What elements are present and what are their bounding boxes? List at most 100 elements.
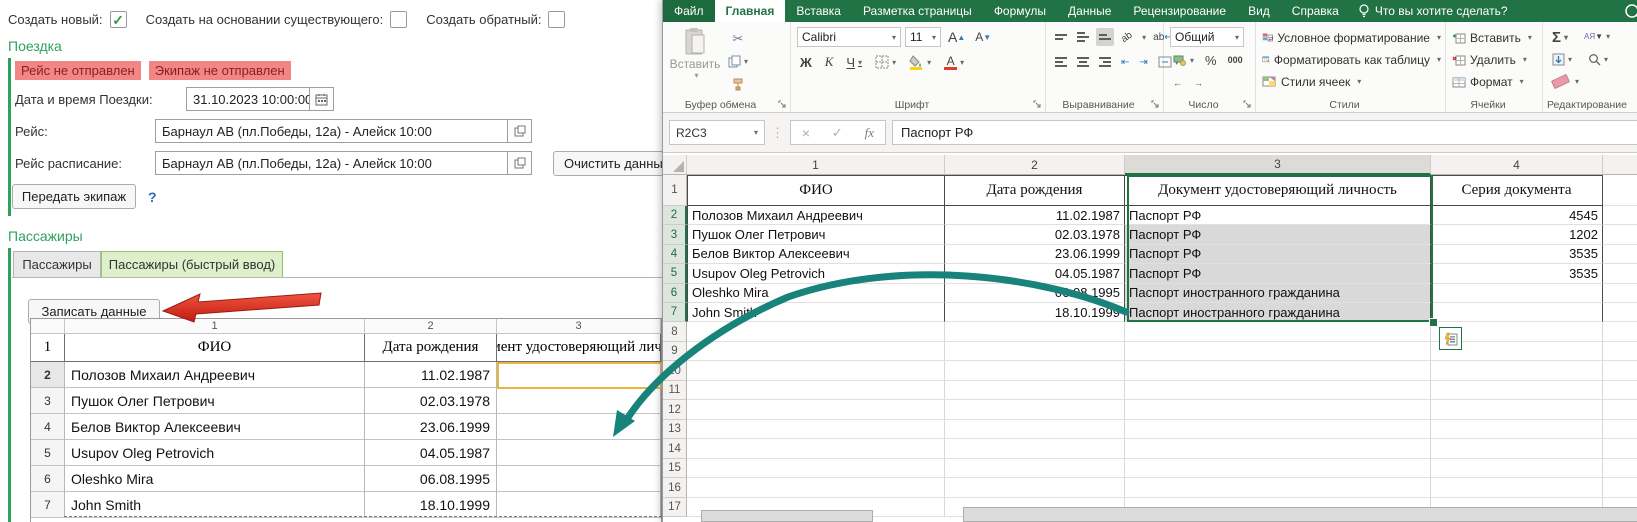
cell-empty[interactable]: [1603, 400, 1637, 420]
font-dialog-launcher[interactable]: [1033, 100, 1042, 109]
cell-doc-selected[interactable]: Паспорт иностранного гражданина: [1125, 284, 1431, 303]
row-number[interactable]: 1: [31, 334, 65, 362]
cancel-entry-icon[interactable]: ×: [802, 125, 810, 141]
alignment-dialog-launcher[interactable]: [1151, 100, 1160, 109]
cell-empty[interactable]: [1603, 245, 1637, 264]
underline-button[interactable]: Ч▾: [843, 52, 865, 72]
format-painter-button[interactable]: [725, 74, 751, 94]
row-header[interactable]: 8: [663, 322, 687, 342]
create-new-checkbox[interactable]: [110, 11, 127, 28]
row-header[interactable]: 17: [663, 498, 687, 518]
row-number[interactable]: 3: [31, 388, 65, 414]
increase-indent-icon[interactable]: ⇥: [1136, 52, 1150, 72]
cell-empty[interactable]: [945, 361, 1125, 381]
sheet-header-doc[interactable]: Документ удостоверяющий личность: [1125, 175, 1431, 206]
cell-dob[interactable]: 04.05.1987: [945, 264, 1125, 283]
row-header[interactable]: 14: [663, 439, 687, 459]
row-number[interactable]: 6: [31, 466, 65, 492]
cell-empty[interactable]: [945, 420, 1125, 440]
tab-insert[interactable]: Вставка: [785, 0, 852, 22]
cell-dob[interactable]: 06.08.1995: [365, 466, 497, 492]
format-as-table-button[interactable]: Форматировать как таблицу▾: [1262, 49, 1441, 70]
copy-button[interactable]: ▾: [725, 52, 751, 72]
tab-page-layout[interactable]: Разметка страницы: [852, 0, 983, 22]
row-header[interactable]: 13: [663, 420, 687, 440]
cell-empty[interactable]: [687, 439, 945, 459]
cell-empty[interactable]: [1125, 400, 1431, 420]
cell-name[interactable]: Пушок Олег Петрович: [687, 225, 945, 244]
comma-style-button[interactable]: 000: [1225, 50, 1246, 70]
column-header[interactable]: 4: [1431, 155, 1603, 175]
align-center-icon[interactable]: [1074, 53, 1092, 71]
cell-empty[interactable]: [687, 322, 945, 342]
cell-empty[interactable]: [687, 400, 945, 420]
cell-empty[interactable]: [687, 381, 945, 401]
fill-color-button[interactable]: ▾: [906, 52, 934, 72]
row-header[interactable]: 12: [663, 400, 687, 420]
cell-empty[interactable]: [945, 459, 1125, 479]
number-dialog-launcher[interactable]: [1243, 100, 1252, 109]
cell-name[interactable]: Белов Виктор Алексеевич: [65, 414, 365, 440]
tab-help[interactable]: Справка: [1281, 0, 1350, 22]
cell-empty[interactable]: [945, 381, 1125, 401]
col-number[interactable]: 2: [365, 319, 497, 334]
row-header[interactable]: 16: [663, 478, 687, 498]
cell-empty[interactable]: [1125, 322, 1431, 342]
cell-empty[interactable]: [687, 478, 945, 498]
cell-series[interactable]: 4545: [1431, 206, 1603, 225]
align-right-icon[interactable]: [1096, 53, 1114, 71]
col-number[interactable]: 3: [497, 319, 661, 334]
cell-doc[interactable]: [497, 466, 661, 492]
font-size-combo[interactable]: 11▾: [905, 27, 941, 47]
cell-doc[interactable]: [497, 492, 661, 518]
cell-empty[interactable]: [1125, 459, 1431, 479]
sheet-header-fio[interactable]: ФИО: [687, 175, 945, 206]
schedule-choose-button[interactable]: [508, 151, 532, 175]
cell-styles-button[interactable]: Стили ячеек▾: [1262, 71, 1441, 92]
active-cell[interactable]: Паспорт РФ: [1125, 206, 1431, 225]
sheet-header-dob[interactable]: Дата рождения: [945, 175, 1125, 206]
align-top-icon[interactable]: [1052, 28, 1070, 46]
cell-empty[interactable]: [1125, 439, 1431, 459]
flight-input[interactable]: Барнаул АВ (пл.Победы, 12а) - Алейск 10:…: [155, 119, 508, 143]
cell-doc[interactable]: [497, 414, 661, 440]
font-name-combo[interactable]: Calibri▾: [797, 27, 901, 47]
percent-style-button[interactable]: %: [1202, 50, 1220, 70]
cell-series[interactable]: [1431, 303, 1603, 322]
column-header[interactable]: 1: [687, 155, 945, 175]
cell-empty[interactable]: [1431, 478, 1603, 498]
row-header[interactable]: 9: [663, 342, 687, 362]
row-header-selected[interactable]: 2: [663, 206, 687, 225]
create-from-existing-checkbox[interactable]: [390, 11, 407, 28]
cell-empty[interactable]: [945, 400, 1125, 420]
cell-empty[interactable]: [1125, 342, 1431, 362]
cell-empty[interactable]: [1125, 361, 1431, 381]
cell-empty[interactable]: [1603, 322, 1637, 342]
select-all-corner[interactable]: [663, 155, 687, 175]
create-reverse-checkbox[interactable]: [548, 11, 565, 28]
cell-empty[interactable]: [1431, 459, 1603, 479]
cell-dob[interactable]: 11.02.1987: [365, 362, 497, 388]
row-header[interactable]: 11: [663, 381, 687, 401]
autosum-button[interactable]: Σ▾: [1549, 27, 1571, 47]
cell-empty[interactable]: [1603, 381, 1637, 401]
cell-empty[interactable]: [1603, 264, 1637, 283]
cell-empty[interactable]: [1603, 206, 1637, 225]
sheet-tab-strip-fragment[interactable]: [701, 510, 873, 522]
help-link[interactable]: ?: [148, 189, 157, 205]
borders-button[interactable]: ▾: [872, 52, 899, 72]
tab-file[interactable]: Файл: [663, 0, 715, 22]
column-header[interactable]: [1603, 155, 1637, 175]
tab-review[interactable]: Рецензирование: [1122, 0, 1237, 22]
trip-datetime-input[interactable]: 31.10.2023 10:00:00: [186, 87, 310, 111]
cell-name[interactable]: John Smith: [65, 492, 365, 518]
column-header[interactable]: 2: [945, 155, 1125, 175]
number-format-combo[interactable]: Общий▾: [1170, 27, 1244, 47]
cell-empty[interactable]: [1603, 361, 1637, 381]
cell-empty[interactable]: [1603, 225, 1637, 244]
cell-empty[interactable]: [945, 478, 1125, 498]
tab-view[interactable]: Вид: [1237, 0, 1281, 22]
col-number[interactable]: 1: [65, 319, 365, 334]
cell-dob[interactable]: 23.06.1999: [365, 414, 497, 440]
cell-empty[interactable]: [1431, 420, 1603, 440]
